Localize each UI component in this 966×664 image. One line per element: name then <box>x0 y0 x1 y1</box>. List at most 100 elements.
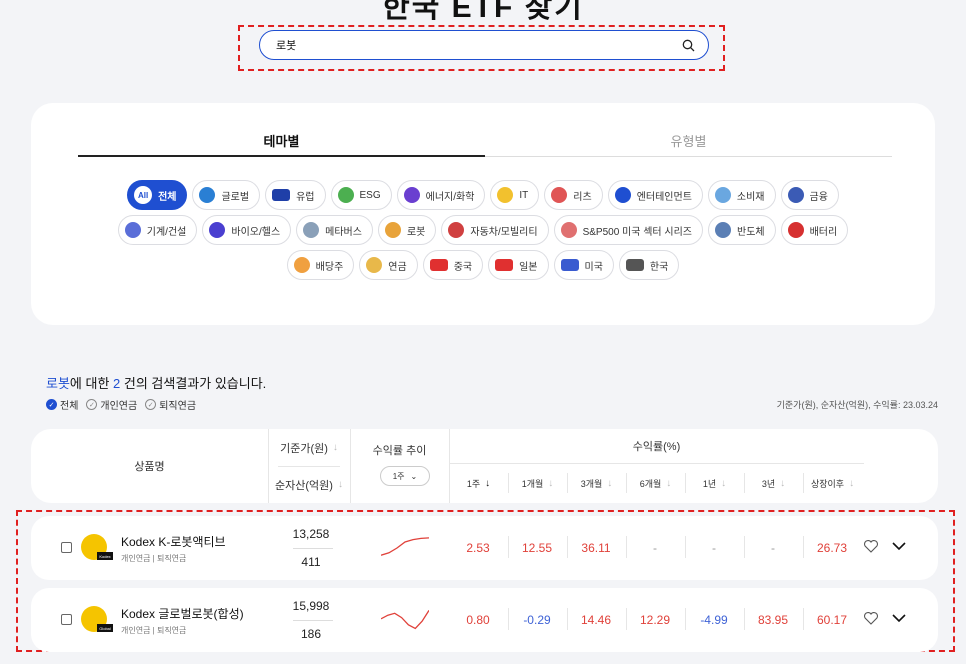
theme-chip[interactable]: 배터리 <box>780 215 849 245</box>
theme-chip-label: 유럽 <box>296 191 315 203</box>
header-period-label: 3년 <box>761 478 776 489</box>
search-input[interactable] <box>276 39 680 51</box>
header-period[interactable]: 상장이후 ↓ <box>803 463 862 503</box>
theme-chip[interactable]: 한국 <box>618 250 680 280</box>
theme-chip[interactable]: 소비재 <box>707 180 776 210</box>
theme-chip[interactable]: 메타버스 <box>296 215 373 245</box>
tab-theme[interactable]: 테마별 <box>78 123 485 157</box>
theme-chip[interactable]: 금융 <box>780 180 839 210</box>
return-value: -4.99 <box>700 613 728 627</box>
header-nav[interactable]: 기준가(원) ↓ <box>268 429 350 466</box>
divider <box>626 473 627 493</box>
header-aum[interactable]: 순자산(억원) ↓ <box>268 466 350 503</box>
theme-chip[interactable]: S&P500 미국 섹터 시리즈 <box>553 215 703 245</box>
divider <box>508 473 509 493</box>
sort-arrow-icon: ↓ <box>666 477 672 489</box>
theme-chip-label: 에너지/화학 <box>425 191 475 203</box>
theme-chip[interactable]: 일본 <box>488 250 549 280</box>
theme-chip-label: 미국 <box>584 261 603 273</box>
filter-label: 개인연금 <box>100 401 138 412</box>
header-period-label: 1주 <box>466 478 481 489</box>
theme-chip[interactable]: 리츠 <box>544 180 603 210</box>
theme-chip[interactable]: 기계/건설 <box>117 215 198 245</box>
logo-tag: Global <box>97 624 113 632</box>
return-value: 0.80 <box>466 613 490 627</box>
theme-chip-list: All 전체 글로벌 유럽 ESG 에너지/화학 IT 리츠 엔터테인먼트 소비재 금융기계/건설 바… <box>31 180 935 285</box>
return-value: - <box>653 541 657 555</box>
theme-chip[interactable]: 로봇 <box>377 215 437 245</box>
table-row[interactable]: Kodex Kodex K-로봇액티브 개인연금 | 퇴직연금 13,258 411 2.… <box>31 516 938 580</box>
header-product-label: 상품명 <box>134 461 165 473</box>
chevron-down-icon[interactable] <box>891 538 907 554</box>
theme-chip[interactable]: 반도체 <box>708 215 776 245</box>
theme-chip-label: 반도체 <box>737 226 765 238</box>
row-checkbox[interactable] <box>61 542 72 553</box>
fund-name[interactable]: Kodex K-로봇액티브 <box>121 533 226 550</box>
theme-chip[interactable]: 중국 <box>422 250 484 280</box>
divider <box>567 536 568 558</box>
theme-chip-label: 배당주 <box>315 261 344 273</box>
chevron-down-icon: ⌄ <box>410 471 418 481</box>
eu-flag-icon <box>272 189 291 201</box>
heart-icon[interactable] <box>863 538 879 554</box>
theme-chip[interactable]: All 전체 <box>127 180 188 210</box>
filter-all[interactable]: ✓ 전체 <box>46 397 78 412</box>
header-period[interactable]: 3개월 ↓ <box>567 463 626 503</box>
tab-type[interactable]: 유형별 <box>485 123 892 157</box>
divider <box>744 608 745 630</box>
theme-chip[interactable]: 미국 <box>553 250 614 280</box>
filter-personal-pension[interactable]: ✓ 개인연금 <box>86 397 137 412</box>
filter-retirement-pension[interactable]: ✓ 퇴직연금 <box>145 397 196 412</box>
return-value: 26.73 <box>816 541 848 555</box>
divider <box>626 536 627 558</box>
cart-icon <box>714 187 731 203</box>
header-period-label: 6개월 <box>639 478 662 489</box>
header-period[interactable]: 1년 ↓ <box>685 463 744 503</box>
theme-chip[interactable]: 엔터테인먼트 <box>607 180 703 210</box>
header-period[interactable]: 3년 ↓ <box>744 463 803 503</box>
theme-chip-label: 한국 <box>649 261 669 273</box>
header-period[interactable]: 6개월 ↓ <box>626 463 685 503</box>
header-period[interactable]: 1개월 ↓ <box>508 463 567 503</box>
trend-period-select[interactable]: 1주 ⌄ <box>380 466 430 486</box>
robot-arm-icon <box>384 222 401 238</box>
return-value: 12.55 <box>521 541 553 555</box>
result-summary: 로봇에 대한 2 건의 검색결과가 있습니다. <box>46 373 266 392</box>
theme-chip[interactable]: ESG <box>330 180 392 210</box>
header-aum-label: 순자산(억원) <box>275 479 333 492</box>
header-period[interactable]: 1주 ↓ <box>449 463 508 503</box>
return-value: 36.11 <box>581 541 611 555</box>
theme-chip[interactable]: 연금 <box>359 250 418 280</box>
theme-chip[interactable]: 바이오/헬스 <box>202 215 292 245</box>
us-flag-icon <box>560 259 579 271</box>
play-icon <box>614 187 631 203</box>
return-value: 14.46 <box>580 613 612 627</box>
theme-chip-label: 일본 <box>519 261 538 273</box>
row-checkbox[interactable] <box>61 614 72 625</box>
theme-chip-label: 연금 <box>388 261 407 273</box>
construction-icon <box>124 222 141 238</box>
return-value: 2.53 <box>466 541 490 555</box>
theme-chip[interactable]: 글로벌 <box>192 180 261 210</box>
sort-arrow-icon: ↓ <box>849 477 855 489</box>
heart-icon[interactable] <box>863 610 879 626</box>
calendar-icon <box>293 257 310 273</box>
japan-flag-icon <box>495 259 514 271</box>
sort-arrow-icon: ↓ <box>332 442 338 453</box>
theme-chip-label: 리츠 <box>573 191 592 203</box>
theme-chip[interactable]: 배당주 <box>286 250 355 280</box>
money-bag-icon <box>787 187 804 203</box>
fund-logo: Global <box>81 606 113 632</box>
chevron-down-icon[interactable] <box>891 610 907 626</box>
sort-arrow-icon: ↓ <box>337 479 343 490</box>
search-box[interactable] <box>259 30 709 60</box>
theme-chip[interactable]: 에너지/화학 <box>396 180 486 210</box>
search-icon[interactable] <box>680 37 696 53</box>
theme-chip[interactable]: IT <box>490 180 540 210</box>
table-row[interactable]: Global Kodex 글로벌로봇(합성) 개인연금 | 퇴직연금 15,998 18… <box>31 588 938 652</box>
theme-chip[interactable]: 유럽 <box>265 180 326 210</box>
fund-name[interactable]: Kodex 글로벌로봇(합성) <box>121 605 244 622</box>
theme-chip[interactable]: 자동차/모빌리티 <box>441 215 549 245</box>
page-title: 한국 ETF 찾기 <box>382 0 584 24</box>
result-text-end: 건의 검색결과가 있습니다. <box>120 376 267 391</box>
